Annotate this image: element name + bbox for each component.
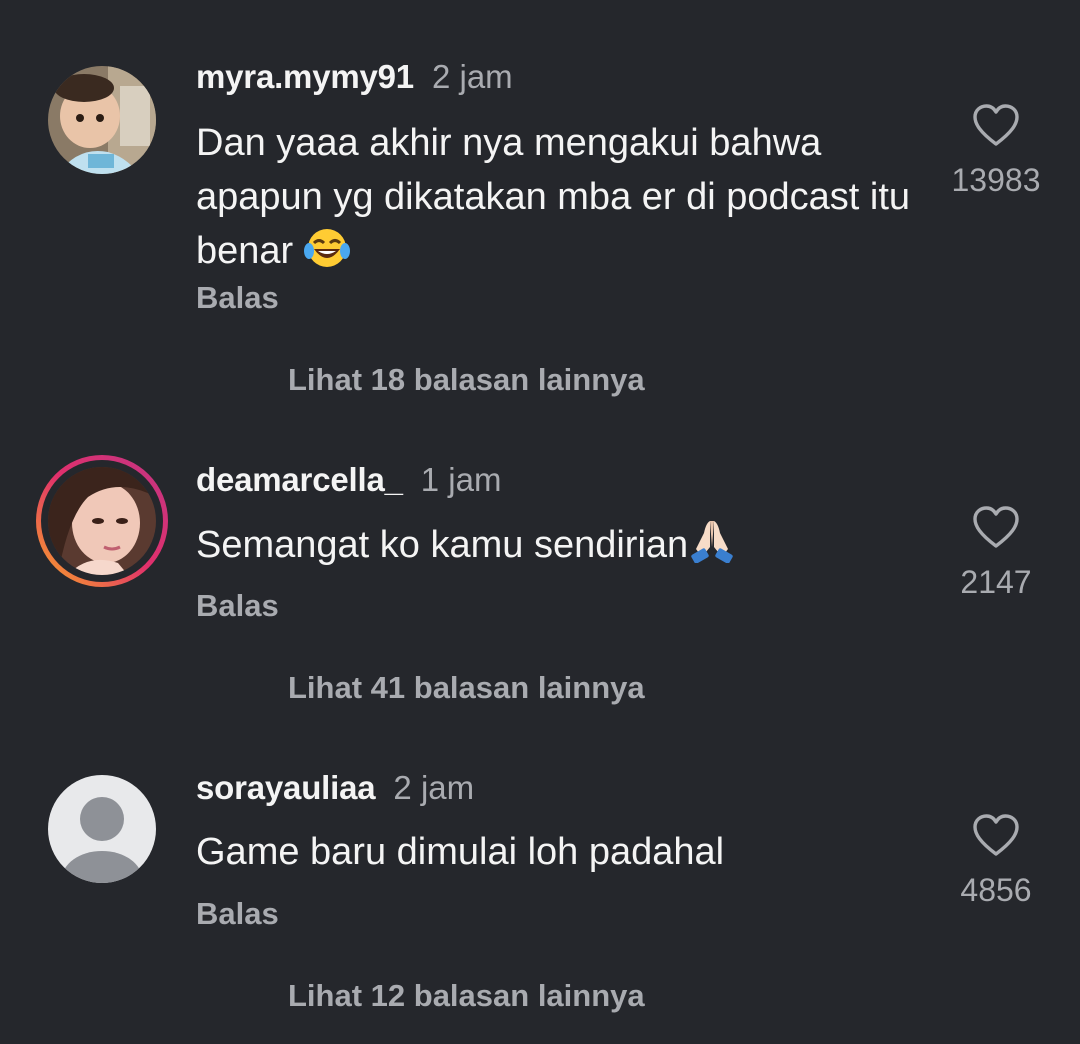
like-control: 2147 (926, 506, 1066, 601)
username[interactable]: sorayauliaa (196, 769, 376, 806)
comment-body: Game baru dimulai loh padahal (196, 831, 725, 873)
child-photo-icon (48, 66, 156, 174)
like-control: 13983 (926, 104, 1066, 199)
comment-text: Dan yaaa akhir nya mengakui bahwa apapun… (196, 116, 916, 284)
username[interactable]: myra.mymy91 (196, 58, 414, 95)
timestamp: 2 jam (393, 769, 475, 806)
folded-hands-emoji-icon (688, 517, 736, 578)
avatar[interactable] (48, 775, 156, 883)
comment-header: deamarcella_ 1 jam (196, 461, 501, 499)
comment-body: Semangat ko kamu sendirian (196, 524, 689, 566)
heart-icon[interactable] (972, 506, 1020, 550)
username[interactable]: deamarcella_ (196, 461, 403, 498)
comment-text: Semangat ko kamu sendirian (196, 517, 916, 578)
reply-button[interactable]: Balas (196, 896, 279, 932)
like-count: 4856 (960, 872, 1032, 908)
like-count: 13983 (951, 162, 1041, 198)
timestamp: 2 jam (431, 58, 513, 95)
like-count: 2147 (960, 564, 1032, 600)
laughing-tears-emoji-icon (303, 227, 350, 284)
view-more-replies-button[interactable]: Lihat 41 balasan lainnya (288, 670, 645, 706)
default-avatar-icon (48, 775, 156, 883)
comment-header: sorayauliaa 2 jam (196, 769, 474, 807)
view-more-replies-button[interactable]: Lihat 18 balasan lainnya (288, 362, 645, 398)
profile-photo-icon (48, 467, 156, 575)
comment-header: myra.mymy91 2 jam (196, 58, 513, 96)
timestamp: 1 jam (420, 461, 502, 498)
avatar[interactable] (36, 455, 168, 587)
heart-icon[interactable] (972, 104, 1020, 148)
avatar[interactable] (48, 66, 156, 174)
view-more-replies-button[interactable]: Lihat 12 balasan lainnya (288, 978, 645, 1014)
reply-button[interactable]: Balas (196, 588, 279, 624)
reply-button[interactable]: Balas (196, 280, 279, 316)
heart-icon[interactable] (972, 814, 1020, 858)
comment-text: Game baru dimulai loh padahal (196, 825, 916, 879)
like-control: 4856 (926, 814, 1066, 909)
